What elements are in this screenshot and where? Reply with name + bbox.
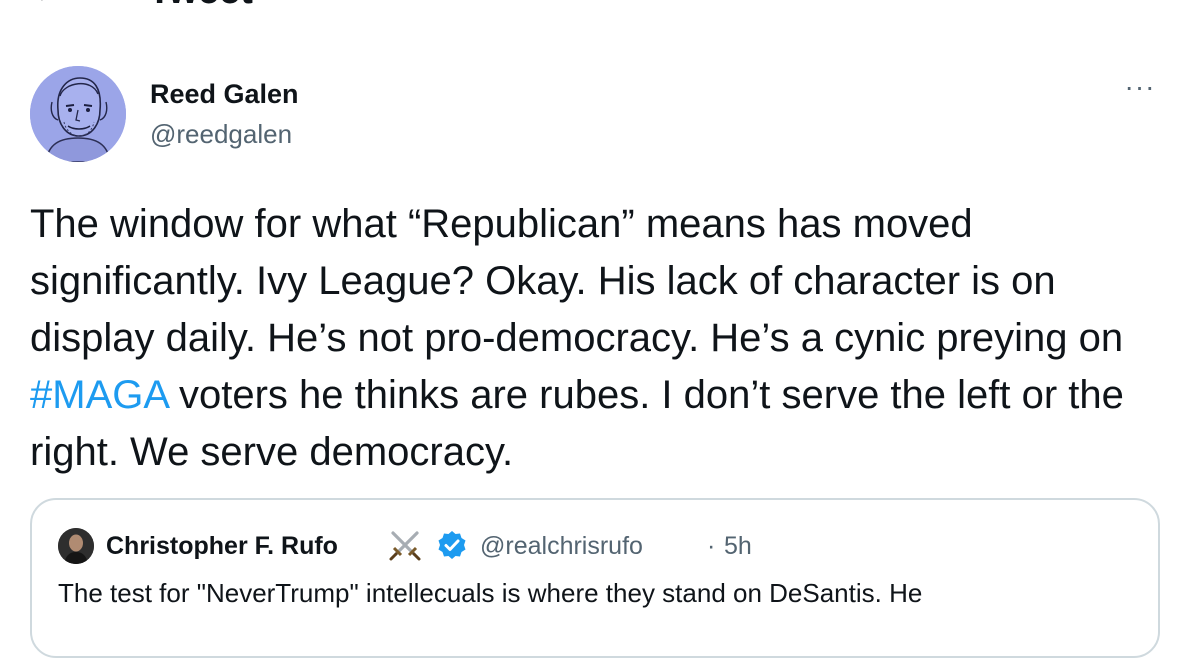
avatar-portrait-icon xyxy=(30,66,126,162)
more-options-icon[interactable]: ··· xyxy=(1120,73,1160,114)
author-handle[interactable]: @reedgalen xyxy=(150,118,292,150)
page-title: Tweet xyxy=(148,0,253,10)
quote-timestamp[interactable]: 5h xyxy=(724,531,752,561)
tweet-text-part: voters he thinks are rubes. I don’t serv… xyxy=(30,373,1124,474)
tweet-text: The window for what “Republican” means h… xyxy=(30,196,1170,481)
quote-author-handle[interactable]: @realchrisrufo xyxy=(480,531,643,561)
arrow-left-icon[interactable]: ← xyxy=(30,0,64,8)
crossed-swords-icon xyxy=(388,528,422,562)
tweet-author: Reed Galen @reedgalen ··· xyxy=(30,66,1164,166)
tweet-text-part: The window for what “Republican” means h… xyxy=(30,202,1124,360)
quote-avatar[interactable] xyxy=(58,528,94,564)
quote-text: The test for "NeverTrump" intellecuals i… xyxy=(58,578,923,608)
author-name[interactable]: Reed Galen xyxy=(150,78,299,110)
verified-badge-icon xyxy=(436,529,468,561)
top-header: ← Tweet xyxy=(0,0,1194,12)
quote-avatar-portrait-icon xyxy=(58,528,94,564)
separator-dot: · xyxy=(707,532,716,560)
hashtag-link[interactable]: #MAGA xyxy=(30,373,168,417)
quoted-tweet-card[interactable]: Christopher F. Rufo @realchrisrufo · 5h … xyxy=(30,498,1160,658)
avatar[interactable] xyxy=(30,66,126,162)
quote-author-name[interactable]: Christopher F. Rufo xyxy=(106,531,338,561)
